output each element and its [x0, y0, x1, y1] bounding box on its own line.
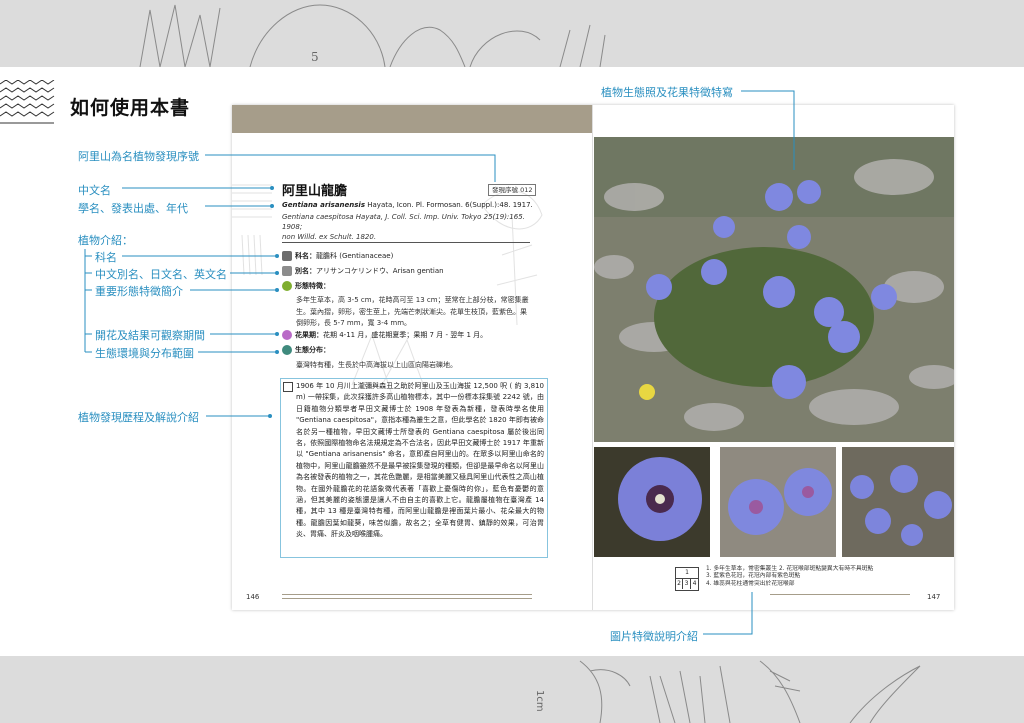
- flower-value: 花期 4-11 月，盛花期夏季；果期 7 月 - 翌年 1 月。: [323, 331, 488, 339]
- synonym-line1: Gentiana caespitosa Hayata, J. Coll. Sci…: [282, 213, 525, 231]
- family-value: 龍膽科 (Gentianaceae): [316, 252, 394, 260]
- title-divider: [282, 242, 530, 243]
- footer-bar-left-1: [282, 594, 532, 595]
- page-number-right: 147: [927, 593, 941, 601]
- caption-line-2: 3. 藍紫色花冠，花冠內部有紫色斑點: [706, 573, 801, 580]
- photo-captions: 1. 多年生草本，常密集叢生 2. 花冠喉部斑點變異大有時不具斑點 3. 藍紫色…: [706, 566, 873, 588]
- annotation-serial: 阿里山為名植物發現序號: [78, 150, 199, 163]
- top-decor-band: 5: [0, 0, 1024, 67]
- footer-bar-right: [770, 594, 910, 595]
- serial-badge: 發現序號 012: [488, 184, 537, 196]
- flower-icon: [282, 330, 292, 340]
- sketch-illustration-top: [139, 4, 606, 67]
- morph-label: 形態特徵：: [295, 282, 330, 290]
- annotation-captions: 圖片特徵說明介紹: [610, 630, 698, 643]
- grid-cell-1: 1: [676, 568, 698, 579]
- morphology-row: 形態特徵：: [282, 281, 330, 291]
- globe-icon: [282, 345, 292, 355]
- page-number-left: 146: [246, 593, 260, 601]
- detail-photo-4: [842, 447, 954, 557]
- note-icon: [283, 382, 293, 392]
- sketch-illustration-bottom: [579, 660, 921, 723]
- sci-name-rest: Hayata, Icon. Pl. Formosan. 6(Suppl.):48…: [367, 201, 533, 209]
- morphology-text: 多年生草本，高 3-5 cm，花時高可至 13 cm；莖常在上部分枝，常密集叢生…: [296, 296, 529, 327]
- annotation-discovery: 植物發現歷程及解說介紹: [78, 411, 199, 424]
- flower-group-photo: [842, 447, 954, 557]
- habitat-text: 臺灣特有種，生長於中高海拔以上山區向陽岩礫地。: [296, 361, 457, 369]
- synonym: Gentiana caespitosa Hayata, J. Coll. Sci…: [282, 212, 532, 242]
- photo-grid-key: 1 2 3 4: [675, 567, 699, 591]
- habitat-label: 生態分布：: [295, 346, 330, 354]
- annotation-morphology: 重要形態特徵簡介: [95, 285, 183, 298]
- ruler-unit: 1cm: [534, 690, 545, 712]
- annotation-plant-intro: 植物介紹：: [78, 234, 133, 247]
- sci-name-italic: Gentiana arisanensis: [282, 201, 366, 209]
- synonym-line2: non Willd. ex Schult. 1820.: [282, 233, 377, 241]
- scientific-name: Gentiana arisanensis Hayata, Icon. Pl. F…: [282, 201, 533, 209]
- zigzag-pattern: [0, 80, 55, 124]
- annotation-flowering: 開花及結果可觀察期間: [95, 329, 205, 342]
- band-number: 5: [311, 50, 319, 64]
- plant-title: 阿里山龍膽: [282, 184, 348, 199]
- page-heading: 如何使用本書: [70, 97, 191, 119]
- flower-label: 花果期：: [295, 331, 323, 339]
- discovery-text: 1906 年 10 月川上瀧彌與森丑之助於阿里山及玉山海拔 12,500 呎 (…: [296, 382, 544, 539]
- detail-photo-2: [594, 447, 710, 557]
- gentian-cluster-photo: [594, 137, 954, 442]
- annotation-scientific-name: 學名、發表出處、年代: [78, 202, 188, 215]
- annotation-family: 科名: [95, 251, 117, 264]
- leaf-icon: [282, 281, 292, 291]
- annotation-photos: 植物生態照及花果特徵特寫: [601, 86, 733, 99]
- footer-bar-left-2: [282, 598, 532, 599]
- flowering-row: 花果期：花期 4-11 月，盛花期夏季；果期 7 月 - 翌年 1 月。: [282, 330, 487, 340]
- alias-row: 別名：アリサンコケリンドウ、Arisan gentian: [282, 266, 444, 276]
- pencil-icon: [282, 266, 292, 276]
- flower-pair-photo: [720, 447, 836, 557]
- grid-cell-4: 4: [692, 580, 697, 587]
- family-label: 科名：: [295, 252, 316, 260]
- main-photo: [594, 137, 954, 442]
- bottom-decor-band: [0, 656, 1024, 723]
- book-icon: [282, 251, 292, 261]
- habitat-row: 生態分布：: [282, 345, 330, 355]
- family-row: 科名：龍膽科 (Gentianaceae): [282, 251, 393, 261]
- grid-cell-3: 3: [683, 579, 691, 589]
- grid-cell-2: 2: [676, 579, 683, 589]
- detail-photo-3: [720, 447, 836, 557]
- annotation-chinese-name: 中文名: [78, 184, 111, 197]
- alias-label: 別名：: [295, 267, 316, 275]
- annotation-habitat: 生態環境與分布範圍: [95, 347, 194, 360]
- flower-closeup-photo: [594, 447, 710, 557]
- book-spine: [592, 105, 593, 610]
- annotation-aliases: 中文別名、日文名、英文名: [95, 268, 227, 281]
- caption-line-3: 4. 雄蕊與花柱通常突出於花冠喉部: [706, 580, 795, 587]
- left-page-header-bar: [232, 105, 592, 133]
- alias-value: アリサンコケリンドウ、Arisan gentian: [316, 267, 444, 275]
